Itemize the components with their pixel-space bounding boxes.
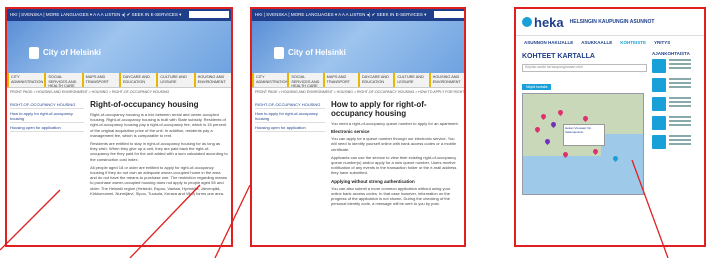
side-nav-item[interactable]: How to apply for right-of-occupancy hous… xyxy=(10,109,85,123)
map-pin-icon[interactable] xyxy=(591,147,600,156)
tab[interactable]: ASUNNON HAKIJALLE xyxy=(524,40,573,45)
body-paragraph: You need a right-of-occupancy queue numb… xyxy=(331,121,459,126)
city-logo[interactable]: City of Helsinki xyxy=(274,47,346,59)
page-title: Right-of-occupancy housing xyxy=(90,100,199,109)
body-paragraph: You can apply for a queue number through… xyxy=(331,136,456,152)
heka-logo-icon xyxy=(522,17,532,27)
body-paragraph: You can also submit a more common applic… xyxy=(331,185,451,207)
search-input[interactable] xyxy=(433,11,464,19)
map-pin-icon[interactable] xyxy=(549,120,558,129)
news-card[interactable] xyxy=(652,97,698,111)
news-thumbnail xyxy=(652,59,666,73)
map-pin-icon[interactable] xyxy=(533,125,542,134)
screenshot-panel-1: HKI | SVENSKA | MORE LANGUAGES ▾ A A A L… xyxy=(5,7,233,247)
body-paragraph: Right-of-occupancy housing is a mix betw… xyxy=(90,112,227,138)
map-pin-icon[interactable] xyxy=(556,108,565,117)
tab[interactable]: YRITYS xyxy=(654,40,670,45)
side-nav: RIGHT-OF-OCCUPANCY HOUSING How to apply … xyxy=(10,100,85,199)
search-input[interactable] xyxy=(188,11,229,19)
logo-text: City of Helsinki xyxy=(43,48,101,58)
utility-links[interactable]: HKI | SVENSKA | MORE LANGUAGES ▾ A A A L… xyxy=(255,12,426,17)
screenshot-panel-2: HKI | SVENSKA | MORE LANGUAGES ▾ A A A L… xyxy=(250,7,466,247)
news-card[interactable] xyxy=(652,78,698,92)
page-title: KOHTEET KARTALLA xyxy=(522,53,595,60)
nav-item[interactable]: DAYCARE AND EDUCATION xyxy=(118,73,156,87)
side-nav-item[interactable]: How to apply for right-of-occupancy hous… xyxy=(255,109,326,123)
body-paragraph: Residents are entitled to stay in right-… xyxy=(90,141,228,162)
news-card[interactable] xyxy=(652,59,698,73)
nav-item[interactable]: CITY ADMINISTRATION xyxy=(252,73,287,87)
nav-item[interactable]: HOUSING AND ENVIRONMENT xyxy=(193,73,231,87)
utility-bar: HKI | SVENSKA | MORE LANGUAGES ▾ A A A L… xyxy=(252,9,464,21)
main-nav: CITY ADMINISTRATION SOCIAL SERVICES AND … xyxy=(252,73,464,88)
city-logo[interactable]: City of Helsinki xyxy=(29,47,101,59)
screenshot-panel-3: heka HELSINGIN KAUPUNGIN ASUNNOT ASUNNON… xyxy=(514,7,706,247)
news-heading: AJANKOHTAISTA xyxy=(652,51,690,56)
hero-banner: City of Helsinki xyxy=(7,21,231,73)
news-thumbnail xyxy=(652,97,666,111)
logo-text: City of Helsinki xyxy=(288,48,346,58)
crest-icon xyxy=(274,47,284,59)
side-nav-item[interactable]: Housing open for application xyxy=(10,123,85,132)
news-card[interactable] xyxy=(652,135,698,149)
side-nav: RIGHT-OF-OCCUPANCY HOUSING How to apply … xyxy=(255,100,326,209)
heka-header: heka HELSINGIN KAUPUNGIN ASUNNOT xyxy=(516,9,704,36)
side-nav-item[interactable]: RIGHT-OF-OCCUPANCY HOUSING xyxy=(10,100,85,109)
page-title: How to apply for right-of-occupancy hous… xyxy=(331,100,427,118)
address-search-input[interactable]: Kirjoita osoite tai kaupunginosan nimi xyxy=(522,64,647,72)
nav-item[interactable]: MAPS AND TRANSPORT xyxy=(81,73,119,87)
side-nav-item[interactable]: Housing open for application xyxy=(255,123,326,132)
side-nav-item[interactable]: RIGHT-OF-OCCUPANCY HOUSING xyxy=(255,100,326,109)
news-sidebar: AJANKOHTAISTA xyxy=(647,49,698,195)
nav-item[interactable]: HOUSING AND ENVIRONMENT xyxy=(428,73,464,87)
nav-item[interactable]: MAPS AND TRANSPORT xyxy=(322,73,358,87)
map-pin-icon[interactable] xyxy=(581,114,590,123)
body-paragraph: Applicants can use the service to view t… xyxy=(331,154,457,176)
breadcrumb[interactable]: FRONT PAGE > HOUSING AND ENVIRONMENT > H… xyxy=(7,88,231,98)
section-heading: Applying without strong authentication xyxy=(331,178,415,184)
nav-item[interactable]: CULTURE AND LEISURE xyxy=(156,73,193,87)
map-pin-icon[interactable] xyxy=(539,112,548,121)
utility-bar: HKI | SVENSKA | MORE LANGUAGES ▾ A A A L… xyxy=(7,9,231,21)
news-thumbnail xyxy=(652,116,666,130)
show-on-map-button[interactable]: Näytä kartalla xyxy=(522,84,552,90)
breadcrumb[interactable]: FRONT PAGE > HOUSING AND ENVIRONMENT > H… xyxy=(252,88,464,98)
heka-logo[interactable]: heka xyxy=(534,15,564,30)
crest-icon xyxy=(29,47,39,59)
nav-item[interactable]: CULTURE AND LEISURE xyxy=(393,73,428,87)
news-thumbnail xyxy=(652,78,666,92)
property-map[interactable]: Hekan Vuosaari Op. Satamapuisto xyxy=(522,93,644,195)
news-thumbnail xyxy=(652,135,666,149)
map-popup[interactable]: Hekan Vuosaari Op. Satamapuisto xyxy=(563,124,605,146)
tab-active[interactable]: KOHTEISTE xyxy=(620,40,646,45)
hero-banner: City of Helsinki xyxy=(252,21,464,73)
site-title: HELSINGIN KAUPUNGIN ASUNNOT xyxy=(569,19,655,25)
news-card[interactable] xyxy=(652,116,698,130)
main-nav: CITY ADMINISTRATION SOCIAL SERVICES AND … xyxy=(7,73,231,88)
nav-item[interactable]: CITY ADMINISTRATION xyxy=(7,73,44,87)
utility-links[interactable]: HKI | SVENSKA | MORE LANGUAGES ▾ A A A L… xyxy=(10,12,181,17)
section-heading: Electronic service xyxy=(331,129,370,135)
heka-tabs: ASUNNON HAKIJALLE ASUKKAALLE KOHTEISTE Y… xyxy=(516,36,704,49)
body-paragraph: All people aged 18 or older are entitled… xyxy=(90,164,228,196)
tab[interactable]: ASUKKAALLE xyxy=(581,40,612,45)
nav-item[interactable]: SOCIAL SERVICES AND HEALTH CARE xyxy=(287,73,322,87)
map-pin-icon[interactable] xyxy=(543,137,552,146)
nav-item[interactable]: DAYCARE AND EDUCATION xyxy=(357,73,393,87)
nav-item[interactable]: SOCIAL SERVICES AND HEALTH CARE xyxy=(44,73,81,87)
